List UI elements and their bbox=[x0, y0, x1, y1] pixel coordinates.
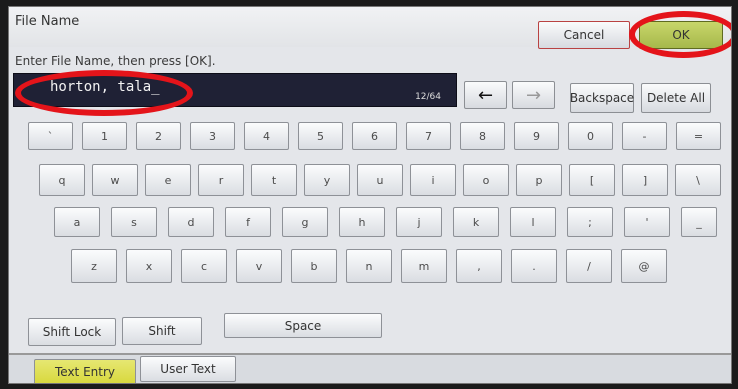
cancel-button[interactable]: Cancel bbox=[538, 21, 630, 49]
key-minus[interactable]: - bbox=[622, 122, 667, 150]
ok-button[interactable]: OK bbox=[639, 21, 723, 49]
key-x[interactable]: x bbox=[126, 249, 172, 283]
key-d[interactable]: d bbox=[168, 207, 214, 237]
file-name-entry-field[interactable]: horton, tala_ 12/64 bbox=[13, 73, 457, 107]
key-b[interactable]: b bbox=[291, 249, 337, 283]
key-7[interactable]: 7 bbox=[406, 122, 451, 150]
window-title: File Name bbox=[15, 14, 80, 29]
right-arrow-icon: → bbox=[525, 84, 542, 106]
key-y[interactable]: y bbox=[304, 164, 350, 196]
key-apostrophe[interactable]: ' bbox=[624, 207, 670, 237]
character-counter: 12/64 bbox=[415, 92, 441, 102]
key-semicolon[interactable]: ; bbox=[567, 207, 613, 237]
cursor-right-button[interactable]: → bbox=[512, 81, 555, 109]
key-h[interactable]: h bbox=[339, 207, 385, 237]
file-name-value: horton, tala_ bbox=[50, 79, 160, 95]
key-period[interactable]: . bbox=[511, 249, 557, 283]
key-4[interactable]: 4 bbox=[244, 122, 289, 150]
key-p[interactable]: p bbox=[516, 164, 562, 196]
key-a[interactable]: a bbox=[54, 207, 100, 237]
space-button[interactable]: Space bbox=[224, 313, 382, 338]
tab-divider bbox=[9, 354, 731, 355]
instruction-text: Enter File Name, then press [OK]. bbox=[15, 54, 216, 68]
key-equals[interactable]: = bbox=[676, 122, 721, 150]
key-o[interactable]: o bbox=[463, 164, 509, 196]
key-l[interactable]: l bbox=[510, 207, 556, 237]
key-t[interactable]: t bbox=[251, 164, 297, 196]
key-k[interactable]: k bbox=[453, 207, 499, 237]
tab-user-text[interactable]: User Text bbox=[140, 356, 236, 382]
key-right-bracket[interactable]: ] bbox=[622, 164, 668, 196]
key-3[interactable]: 3 bbox=[190, 122, 235, 150]
delete-all-button[interactable]: Delete All bbox=[641, 83, 711, 113]
key-i[interactable]: i bbox=[410, 164, 456, 196]
key-slash[interactable]: / bbox=[566, 249, 612, 283]
key-at[interactable]: @ bbox=[621, 249, 667, 283]
key-backslash[interactable]: \ bbox=[675, 164, 721, 196]
key-n[interactable]: n bbox=[346, 249, 392, 283]
key-r[interactable]: r bbox=[198, 164, 244, 196]
shift-lock-button[interactable]: Shift Lock bbox=[28, 318, 116, 346]
key-u[interactable]: u bbox=[357, 164, 403, 196]
key-8[interactable]: 8 bbox=[460, 122, 505, 150]
key-s[interactable]: s bbox=[111, 207, 157, 237]
key-5[interactable]: 5 bbox=[298, 122, 343, 150]
key-1[interactable]: 1 bbox=[82, 122, 127, 150]
title-bar: File Name Cancel OK bbox=[9, 7, 731, 49]
key-6[interactable]: 6 bbox=[352, 122, 397, 150]
key-f[interactable]: f bbox=[225, 207, 271, 237]
backspace-button[interactable]: Backspace bbox=[570, 83, 634, 113]
key-q[interactable]: q bbox=[39, 164, 85, 196]
key-w[interactable]: w bbox=[92, 164, 138, 196]
key-j[interactable]: j bbox=[396, 207, 442, 237]
key-left-bracket[interactable]: [ bbox=[569, 164, 615, 196]
key-g[interactable]: g bbox=[282, 207, 328, 237]
shift-button[interactable]: Shift bbox=[122, 317, 202, 345]
tab-bar: Text Entry User Text bbox=[9, 353, 731, 383]
key-v[interactable]: v bbox=[236, 249, 282, 283]
key-z[interactable]: z bbox=[71, 249, 117, 283]
copier-touch-screen: File Name Cancel OK Enter File Name, the… bbox=[8, 6, 732, 384]
key-m[interactable]: m bbox=[401, 249, 447, 283]
key-2[interactable]: 2 bbox=[136, 122, 181, 150]
key-0[interactable]: 0 bbox=[568, 122, 613, 150]
key-underscore[interactable]: _ bbox=[681, 207, 717, 237]
key-backtick[interactable]: ` bbox=[28, 122, 73, 150]
left-arrow-icon: ← bbox=[477, 84, 494, 106]
key-9[interactable]: 9 bbox=[514, 122, 559, 150]
cursor-left-button[interactable]: ← bbox=[464, 81, 507, 109]
key-e[interactable]: e bbox=[145, 164, 191, 196]
key-c[interactable]: c bbox=[181, 249, 227, 283]
tab-text-entry[interactable]: Text Entry bbox=[34, 359, 136, 383]
key-comma[interactable]: , bbox=[456, 249, 502, 283]
